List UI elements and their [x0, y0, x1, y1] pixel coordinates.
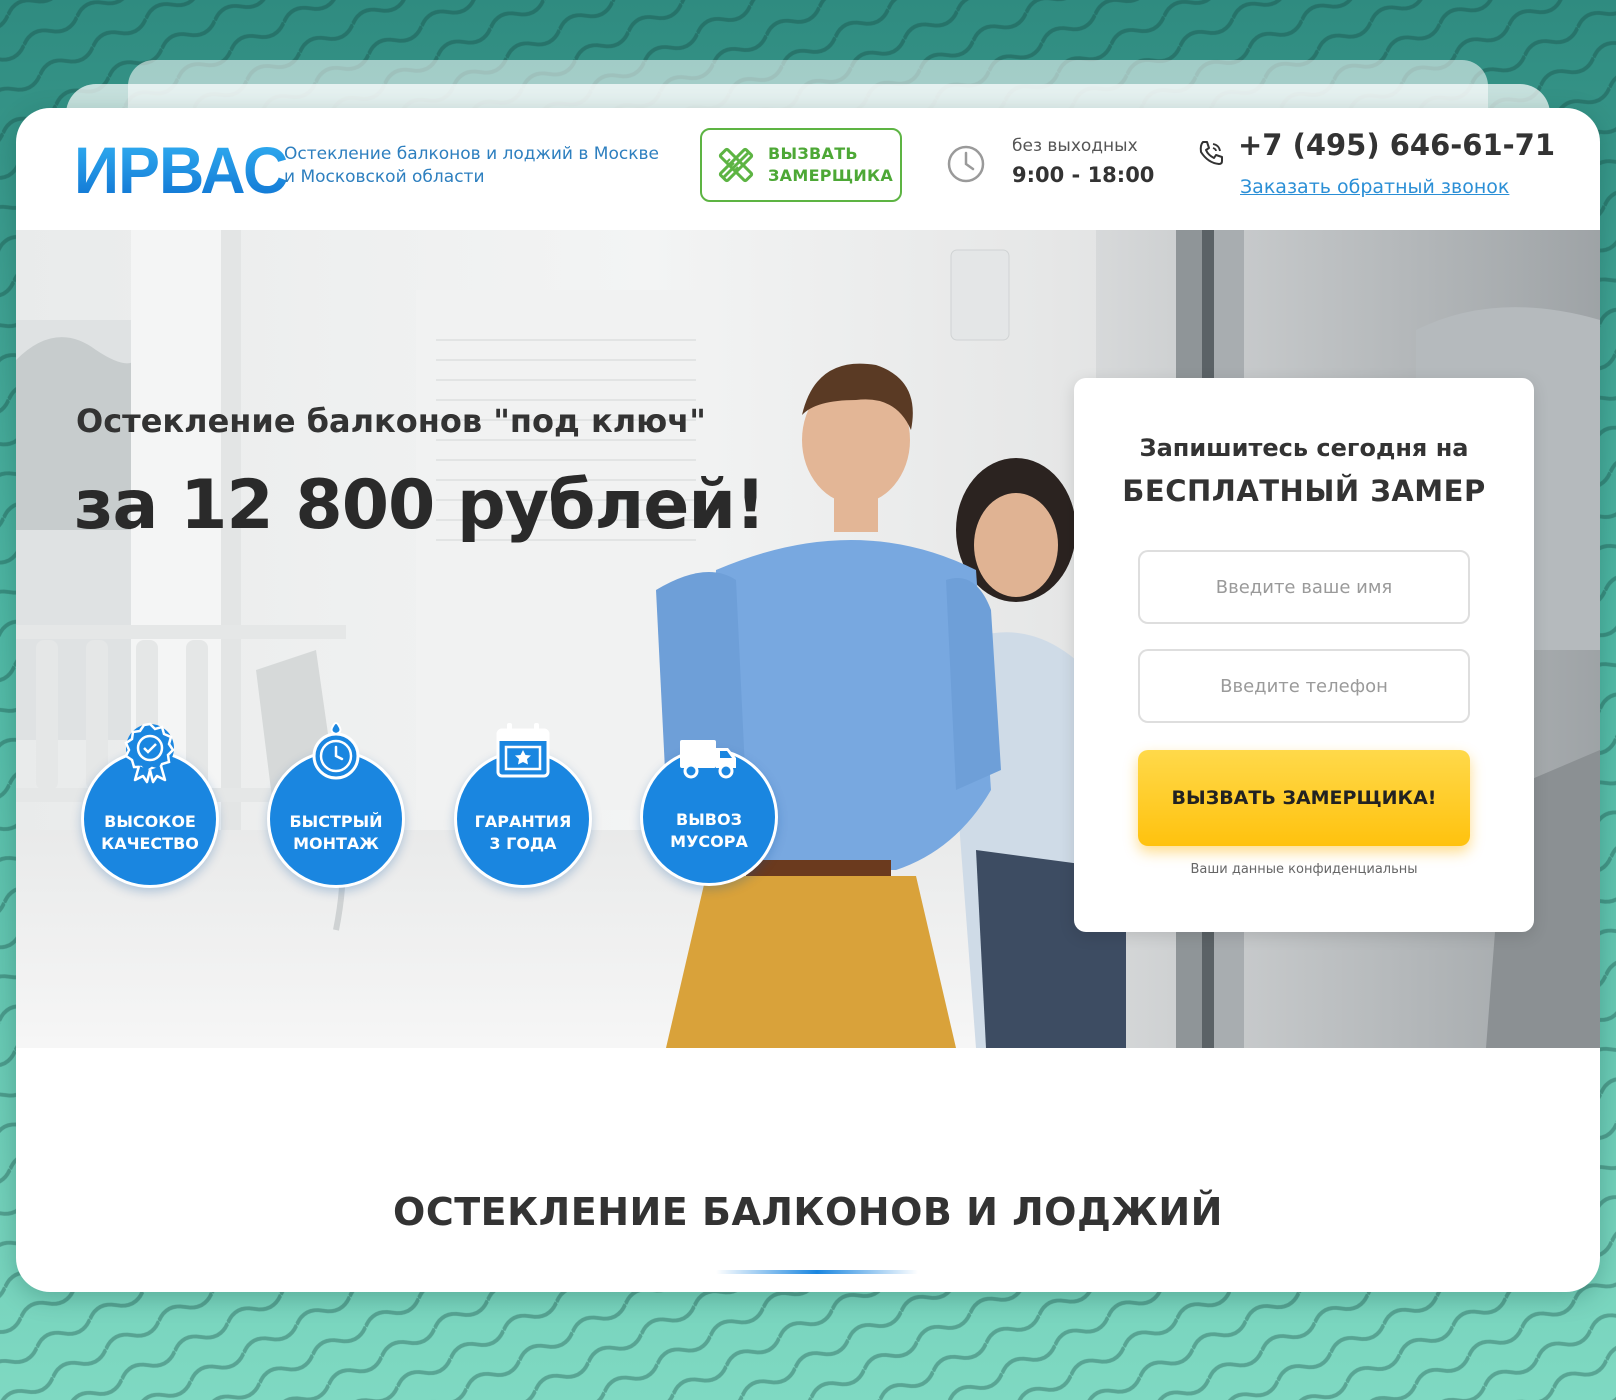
- call-button-line-1: ВЫЗВАТЬ: [768, 144, 858, 163]
- badge-warranty-line-1: ГАРАНТИЯ: [474, 812, 572, 831]
- call-measurer-button[interactable]: ВЫЗВАТЬ ЗАМЕРЩИКА: [700, 128, 902, 202]
- privacy-note: Ваши данные конфиденциальны: [1190, 862, 1418, 877]
- ruler-pencil-icon: [718, 147, 754, 183]
- form-title-line-2: БЕСПЛАТНЫЙ ЗАМЕР: [1122, 474, 1486, 508]
- phone-input[interactable]: [1138, 649, 1470, 723]
- clock-icon: [947, 145, 985, 183]
- badge-garbage-line-2: МУСОРА: [670, 832, 748, 851]
- submit-call-measurer-button[interactable]: ВЫЗВАТЬ ЗАМЕРЩИКА!: [1138, 750, 1470, 846]
- badge-quality-line-1: ВЫСОКОЕ: [104, 812, 196, 831]
- call-button-line-2: ЗАМЕРЩИКА: [768, 166, 894, 185]
- name-input[interactable]: [1138, 550, 1470, 624]
- free-measurement-form: Запишитесь сегодня на БЕСПЛАТНЫЙ ЗАМЕР В…: [1074, 378, 1534, 932]
- tagline-line-1: Остекление балконов и лоджий в Москве: [284, 144, 659, 164]
- calendar-star-icon: [496, 723, 550, 778]
- badge-quality-line-2: КАЧЕСТВО: [101, 834, 199, 853]
- badge-fast-install-line-2: МОНТАЖ: [293, 834, 379, 853]
- badge-fast-install-line-1: БЫСТРЫЙ: [289, 812, 383, 831]
- working-hours: 9:00 - 18:00: [1012, 163, 1155, 187]
- hero-section: Остекление балконов "под ключ" за 12 800…: [16, 230, 1600, 1048]
- hero-price: за 12 800 рублей!: [74, 466, 766, 545]
- hero-title: Остекление балконов "под ключ": [76, 402, 706, 440]
- landing-page-card: ИРВАС Остекление балконов и лоджий в Мос…: [16, 108, 1600, 1292]
- tagline-line-2: и Московской области: [284, 167, 485, 187]
- callback-link[interactable]: Заказать обратный звонок: [1240, 176, 1509, 198]
- stopwatch-icon: [312, 722, 360, 780]
- logo[interactable]: ИРВАС: [74, 132, 288, 208]
- section-title: ОСТЕКЛЕНИЕ БАЛКОНОВ И ЛОДЖИЙ: [393, 1190, 1223, 1234]
- badge-warranty-line-2: 3 ГОДА: [489, 834, 557, 853]
- site-header: ИРВАС Остекление балконов и лоджий в Мос…: [16, 108, 1600, 230]
- phone-number[interactable]: +7 (495) 646-61-71: [1238, 128, 1555, 162]
- badge-garbage-line-1: ВЫВОЗ: [676, 810, 742, 829]
- truck-icon: [680, 740, 736, 779]
- section-title-underline: [716, 1270, 918, 1274]
- tagline: Остекление балконов и лоджий в Москве и …: [284, 143, 664, 189]
- form-title-line-1: Запишитесь сегодня на: [1139, 434, 1469, 462]
- hours-label: без выходных: [1012, 136, 1138, 156]
- phone-icon: [1199, 141, 1223, 165]
- quality-medal-icon: [124, 722, 175, 784]
